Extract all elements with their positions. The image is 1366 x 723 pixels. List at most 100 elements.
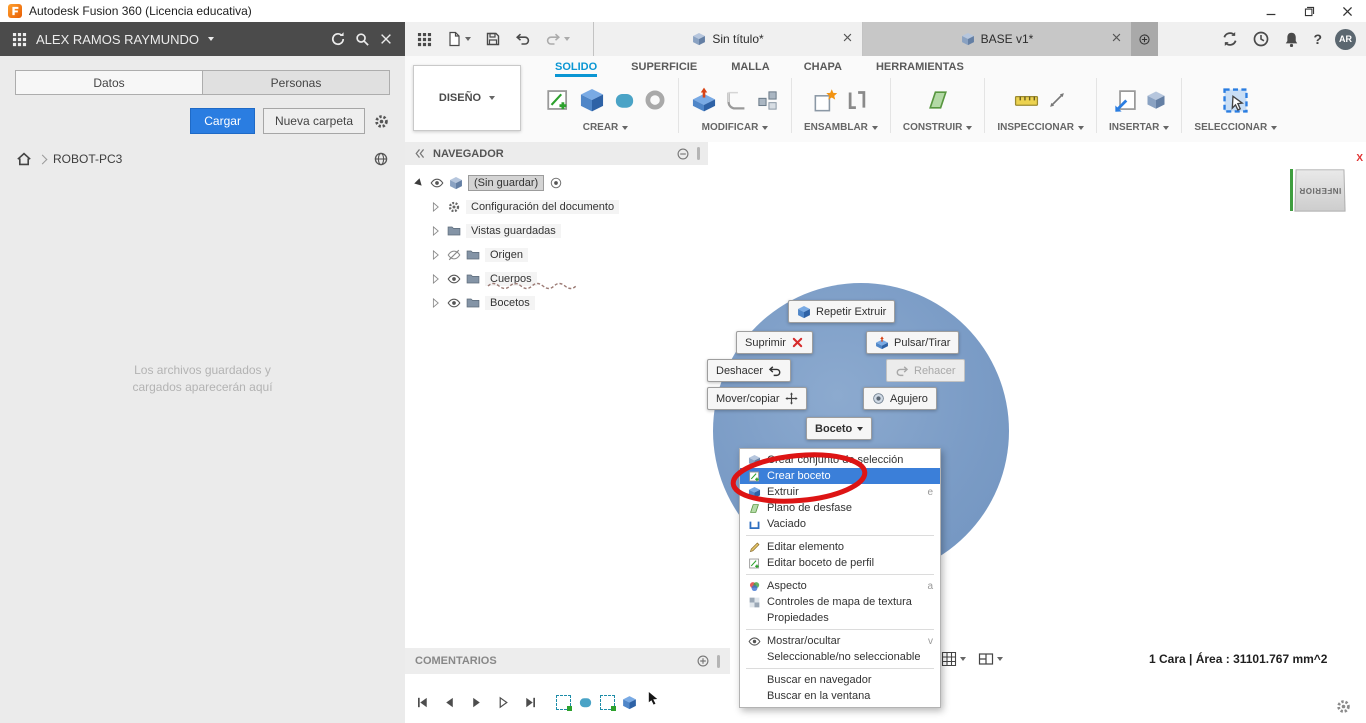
globe-icon[interactable] [373,151,389,167]
expander-closed-icon[interactable] [430,249,442,261]
group-label-insertar[interactable]: INSERTAR [1109,122,1170,133]
form-icon[interactable] [613,89,636,112]
timeline-extrude-feature[interactable] [622,695,637,710]
move-copy-button[interactable]: Mover/copiar [707,387,807,410]
press-pull-icon[interactable] [691,87,717,113]
visibility-eye-icon[interactable] [447,296,461,310]
minimize-tree-icon[interactable] [676,147,690,161]
measure-icon[interactable] [1014,88,1039,113]
restore-button[interactable] [1290,0,1328,22]
menu-item-properties[interactable]: Propiedades [740,610,940,626]
tab-solido[interactable]: SOLIDO [555,61,598,77]
joint-icon[interactable] [846,89,868,111]
fillet-icon[interactable] [725,89,748,112]
go-to-end-button[interactable] [523,695,538,710]
tree-item-document-settings[interactable]: Configuración del documento [405,195,708,219]
group-label-inspeccionar[interactable]: INSPECCIONAR [997,122,1085,133]
menu-item-show-hide[interactable]: Mostrar/ocultar v [740,633,940,649]
tab-datos[interactable]: Datos [15,70,203,95]
home-icon[interactable] [16,151,32,167]
visibility-eye-icon[interactable] [447,272,461,286]
viewcube[interactable]: X INFERIOR [1281,153,1366,230]
root-document-label[interactable]: (Sin guardar) [468,175,545,191]
help-icon[interactable]: ? [1313,31,1322,47]
group-label-construir[interactable]: CONSTRUIR [903,122,973,133]
press-pull-button[interactable]: Pulsar/Tirar [866,331,960,354]
coil-icon[interactable] [644,89,666,111]
team-name[interactable]: ALEX RAMOS RAYMUNDO [36,32,199,47]
minimize-button[interactable] [1252,0,1290,22]
notifications-bell-icon[interactable] [1283,31,1300,48]
new-component-icon[interactable] [813,88,838,113]
display-settings-gear-icon[interactable] [1335,698,1352,715]
tree-item-sketches[interactable]: Bocetos [405,291,708,315]
create-sketch-icon[interactable] [545,87,571,113]
app-grid-icon[interactable] [417,32,432,47]
menu-item-selectable[interactable]: Seleccionable/no seleccionable [740,649,940,665]
timeline-extrude-feature[interactable] [578,695,593,710]
select-box-icon[interactable] [1222,87,1249,114]
visibility-off-icon[interactable] [447,248,461,262]
collapse-panel-icon[interactable] [413,147,426,160]
expander-open-icon[interactable] [413,177,425,189]
new-folder-button[interactable]: Nueva carpeta [262,108,365,134]
new-document-tab-button[interactable] [1131,22,1158,56]
panel-resize-grip[interactable] [697,147,700,160]
timeline-sketch-feature[interactable] [556,694,572,711]
step-forward-button[interactable] [496,695,511,710]
close-window-button[interactable] [1328,0,1366,22]
breadcrumb-location[interactable]: ROBOT-PC3 [53,152,122,166]
document-tab-active[interactable]: Sin título* [593,22,863,56]
save-button[interactable] [485,31,501,47]
menu-item-create-sketch[interactable]: Crear boceto [740,468,940,484]
close-panel-icon[interactable] [379,32,393,46]
extrude-icon[interactable] [579,87,605,113]
avatar[interactable]: AR [1335,28,1356,50]
version-history-icon[interactable] [1252,30,1270,48]
tab-superficie[interactable]: SUPERFICIE [631,61,697,77]
menu-item-edit-feature[interactable]: Editar elemento [740,539,940,555]
tab-herramientas[interactable]: HERRAMIENTAS [876,61,964,77]
group-label-seleccionar[interactable]: SELECCIONAR [1194,122,1278,133]
close-tab-icon[interactable] [842,32,853,43]
timeline-marker-cursor[interactable] [646,691,661,706]
menu-item-offset-plane[interactable]: Plano de desfase [740,500,940,516]
workspace-selector[interactable]: DISEÑO [413,65,521,131]
apps-grid-icon[interactable] [12,32,27,47]
tree-item-named-views[interactable]: Vistas guardadas [405,219,708,243]
model-canvas[interactable]: X INFERIOR NAVEGADOR (Sin guardar) Confi… [405,142,1366,723]
repeat-extrude-button[interactable]: Repetir Extruir [788,300,896,323]
play-button[interactable] [469,695,484,710]
comments-bar[interactable]: COMENTARIOS [405,648,730,674]
construction-plane-icon[interactable] [925,87,951,113]
menu-item-shell[interactable]: Vaciado [740,516,940,532]
expander-closed-icon[interactable] [430,225,442,237]
insert-icon[interactable] [1113,88,1138,113]
pattern-icon[interactable] [756,89,779,112]
go-to-start-button[interactable] [415,695,430,710]
upload-button[interactable]: Cargar [190,108,255,134]
visibility-eye-icon[interactable] [430,176,444,190]
menu-item-find-in-browser[interactable]: Buscar en navegador [740,672,940,688]
job-status-icon[interactable] [1221,30,1239,48]
search-icon[interactable] [355,32,370,47]
expander-closed-icon[interactable] [430,273,442,285]
group-label-crear[interactable]: CREAR [583,122,629,133]
grid-display-toggle[interactable] [941,651,966,667]
tab-personas[interactable]: Personas [203,70,390,95]
menu-item-find-in-window[interactable]: Buscar en la ventana [740,688,940,704]
gear-icon[interactable] [373,113,390,130]
file-menu-button[interactable] [446,31,471,47]
activate-radio-icon[interactable] [549,176,563,190]
menu-item-edit-profile-sketch[interactable]: Editar boceto de perfil [740,555,940,571]
menu-item-texture-map-controls[interactable]: Controles de mapa de textura [740,594,940,610]
delete-button[interactable]: Suprimir [736,331,813,354]
close-tab-icon[interactable] [1111,32,1122,43]
tree-root-document[interactable]: (Sin guardar) [405,171,708,195]
menu-item-appearance[interactable]: Aspecto a [740,578,940,594]
tab-chapa[interactable]: CHAPA [804,61,842,77]
expander-closed-icon[interactable] [430,201,442,213]
redo-button[interactable] [545,31,570,47]
panel-resize-grip[interactable] [717,654,720,668]
insert-mesh-icon[interactable] [1146,90,1166,110]
